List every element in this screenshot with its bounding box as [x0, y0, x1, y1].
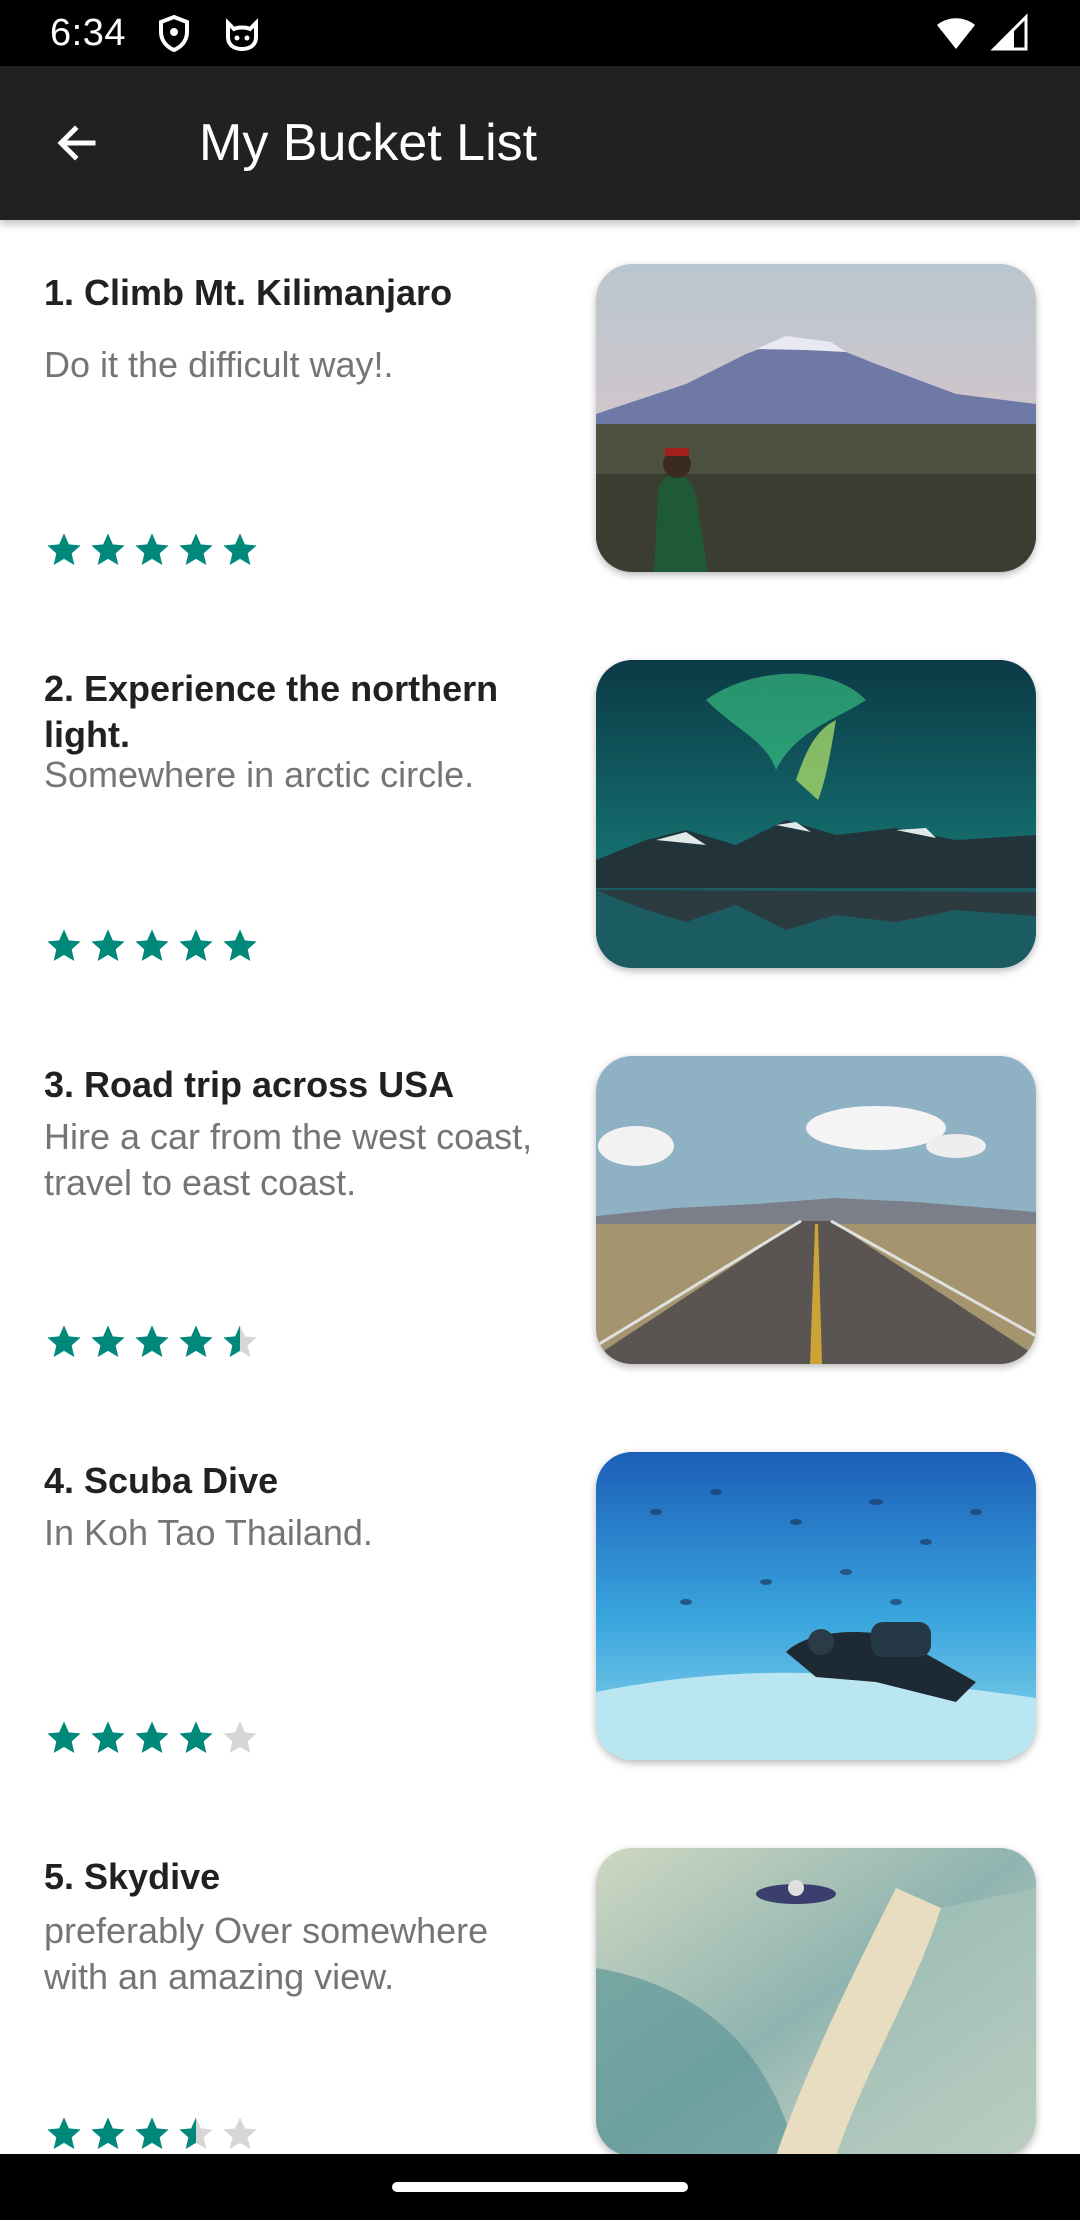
list-item[interactable]: 5. Skydive preferably Over somewhere wit…	[0, 1804, 1080, 2154]
aurora-photo	[596, 660, 1036, 968]
status-bar: 6:34	[0, 0, 1080, 66]
star-icon	[176, 1718, 216, 1758]
star-icon	[132, 926, 172, 966]
star-icon	[44, 926, 84, 966]
home-handle[interactable]	[392, 2182, 688, 2192]
rating-bar[interactable]	[44, 926, 274, 976]
list-item[interactable]: 1. Climb Mt. Kilimanjaro Do it the diffi…	[0, 220, 1080, 616]
item-title: 5. Skydive	[44, 1856, 221, 1897]
skydive-photo	[596, 1848, 1036, 2154]
rating-bar[interactable]	[44, 530, 274, 580]
star-icon	[132, 2114, 172, 2154]
shield-icon	[154, 13, 194, 53]
item-title: 4. Scuba Dive	[44, 1460, 279, 1501]
item-title: 2. Experience the northern light.	[44, 668, 499, 755]
status-time: 6:34	[50, 11, 126, 54]
star-icon	[88, 1322, 128, 1362]
star-icon	[44, 2114, 84, 2154]
star-icon	[176, 1322, 216, 1362]
arrow-back-icon	[57, 125, 96, 161]
star-icon	[132, 1718, 172, 1758]
star-icon	[88, 1718, 128, 1758]
star-icon	[176, 530, 216, 570]
item-description: Hire a car from the west coast, travel t…	[44, 1116, 533, 1203]
list-item[interactable]: 2. Experience the northern light. Somewh…	[0, 616, 1080, 1012]
item-description: In Koh Tao Thailand.	[44, 1512, 373, 1553]
item-title: 1. Climb Mt. Kilimanjaro	[44, 272, 453, 313]
star-icon	[220, 530, 260, 570]
star-icon	[44, 1322, 84, 1362]
star-icon	[132, 1322, 172, 1362]
bucket-list[interactable]: 1. Climb Mt. Kilimanjaro Do it the diffi…	[0, 220, 1080, 2154]
signal-icon	[990, 13, 1030, 53]
rating-bar[interactable]	[44, 1322, 274, 1372]
star-icon	[132, 530, 172, 570]
star-icon	[88, 530, 128, 570]
page-title: My Bucket List	[199, 114, 538, 172]
star-icon	[220, 2114, 260, 2154]
item-title: 3. Road trip across USA	[44, 1064, 455, 1105]
item-description: Do it the difficult way!.	[44, 344, 394, 385]
wifi-icon	[936, 13, 976, 53]
underwater-photo	[596, 1452, 1036, 1760]
back-button[interactable]	[0, 66, 154, 220]
rating-bar[interactable]	[44, 2114, 274, 2154]
mountain-photo	[596, 264, 1036, 572]
star-icon	[220, 926, 260, 966]
star-icon	[44, 530, 84, 570]
road-photo	[596, 1056, 1036, 1364]
star-icon	[88, 2114, 128, 2154]
star-icon	[88, 926, 128, 966]
star-icon	[176, 926, 216, 966]
navigation-bar	[0, 2154, 1080, 2220]
rating-bar[interactable]	[44, 1718, 274, 1768]
list-item[interactable]: 4. Scuba Dive In Koh Tao Thailand.	[0, 1408, 1080, 1804]
star-icon	[220, 1322, 260, 1362]
item-description: preferably Over somewhere with an amazin…	[44, 1910, 489, 1997]
star-icon	[176, 2114, 216, 2154]
star-icon	[44, 1718, 84, 1758]
app-bar: My Bucket List	[0, 66, 1080, 220]
star-icon	[220, 1718, 260, 1758]
cat-icon	[222, 13, 262, 53]
item-description: Somewhere in arctic circle.	[44, 754, 475, 795]
list-item[interactable]: 3. Road trip across USA Hire a car from …	[0, 1012, 1080, 1408]
